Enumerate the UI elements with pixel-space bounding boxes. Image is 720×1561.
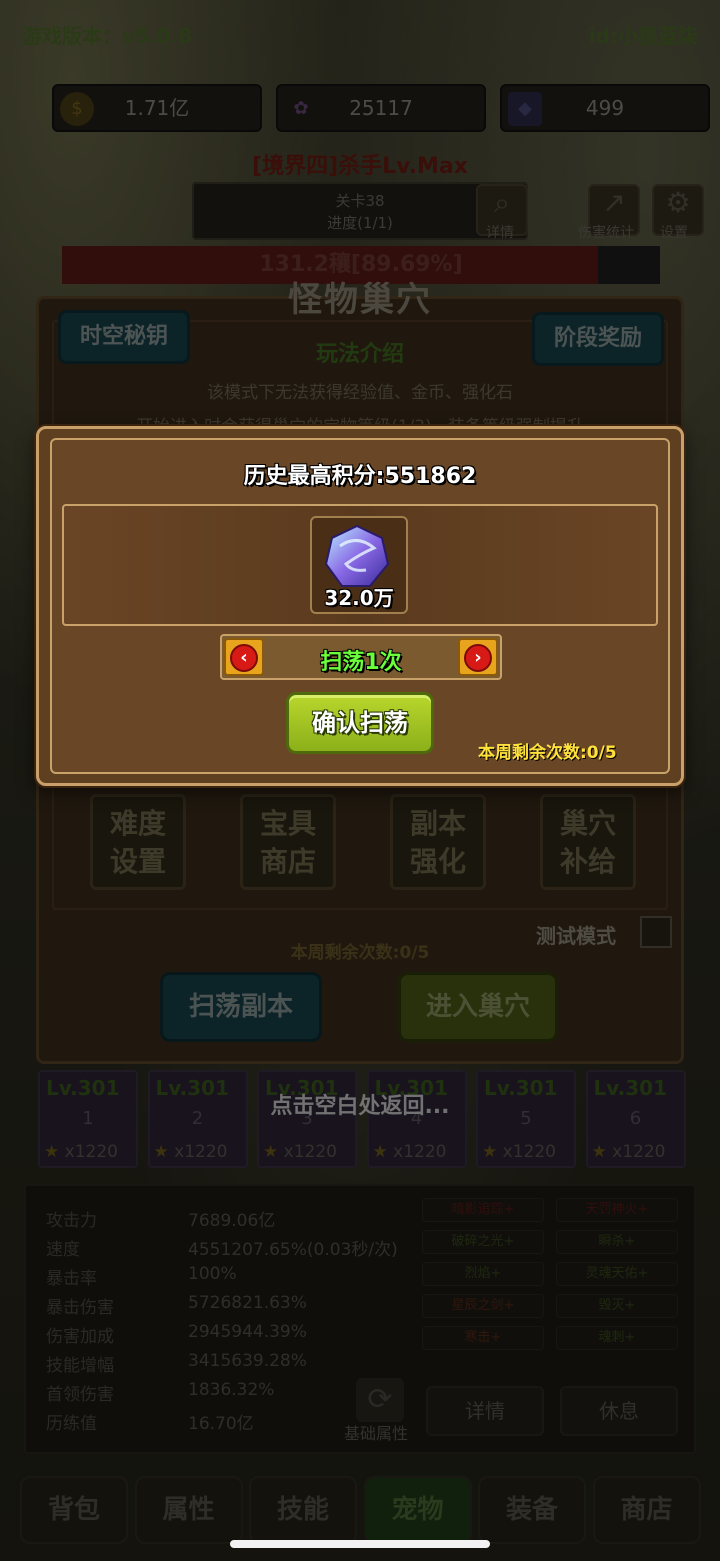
dialog-weekly-remaining: 本周剩余次数:0/5: [478, 743, 617, 763]
confirm-sweep-button[interactable]: 确认扫荡: [286, 692, 434, 754]
high-score: 历史最高积分:551862: [243, 464, 477, 489]
reward-count: 32.0万: [324, 586, 394, 610]
home-indicator[interactable]: [230, 1540, 490, 1548]
sweep-count-label: 扫荡1次: [320, 650, 402, 675]
crystal-gem-icon: [324, 524, 390, 587]
